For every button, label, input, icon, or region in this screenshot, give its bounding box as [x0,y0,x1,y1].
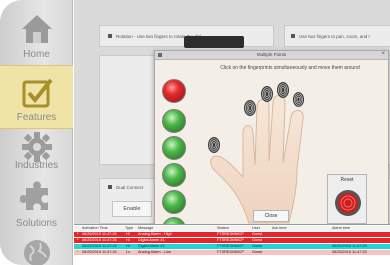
fingerprint-icon[interactable] [292,91,305,108]
cell-station: FTSRE2MNICP [217,244,244,248]
cell-user: Guest [252,238,263,242]
table-row[interactable]: ▲ 06/25/2015 11:47:26 Hi Digital Alarm #… [74,237,390,244]
table-row[interactable]: ▲ 06/25/2015 11:47:26 Hi Digital Alarm #… [74,243,390,250]
dialog-instruction: Click on the fingerprints simultaneously… [220,65,360,71]
gear-icon [22,132,52,162]
alarm-table-header: Activation Time Type Message Station Use… [74,226,390,232]
cell-type: Hi [126,238,130,242]
sidebar-item-label: Home [23,49,50,60]
cell-type: Hi [126,244,130,248]
column-header[interactable]: User [252,226,260,231]
cell-time: 06/25/2015 11:47:26 [82,232,117,236]
sidebar-item-features[interactable]: Features [0,65,73,129]
cell-user: Guest [252,244,263,248]
cell-station: FTSRE2MNICP [217,250,244,254]
cell-type: Lo [126,250,131,254]
enable-button[interactable]: Enable [112,201,152,217]
panel-icon [291,34,295,38]
alarm-table: Activation Time Type Message Station Use… [74,224,390,265]
pan-panel-title: Use two fingers to pan, zoom, and r [299,34,371,39]
warning-icon: ▲ [76,243,80,247]
close-button[interactable]: Close [253,210,289,222]
cell-message: Digital Alarm #1 [138,238,165,242]
dialog-titlebar: Multiple Points × [155,51,388,60]
column-header[interactable]: Message [138,226,153,231]
led-indicator-green [162,190,186,214]
sidebar-item-home[interactable]: Home [0,0,73,64]
warning-icon: ▲ [76,231,80,235]
reset-button[interactable] [334,189,362,217]
sidebar: Home Features Industries Solutions [0,0,73,265]
sidebar-item-label: Features [16,112,57,123]
fingerprint-icon[interactable] [243,99,257,117]
cell-time: 06/25/2015 11:47:26 [82,244,117,248]
panel-icon [108,185,112,189]
close-icon[interactable]: × [381,51,385,57]
cell-station: FTSRE2MNICP [217,238,244,242]
cell-message: Analog Alarm - Low [138,250,171,254]
cell-alarm-time: 06/25/2015 11:47:25 [332,244,367,248]
column-header[interactable]: Type [125,226,133,231]
puzzle-icon [20,181,48,210]
checklist-icon [22,78,53,108]
globe-icon[interactable] [22,238,52,265]
panel-icon [108,34,112,38]
fingerprint-icon[interactable] [276,81,290,99]
device-frame: Home Features Industries Solutions Rotat… [0,0,390,265]
led-indicator-green [162,109,186,133]
cell-user: Guest [252,250,263,254]
cell-message: Digital Alarm #2 [138,244,165,248]
reset-label: Reset [340,177,354,183]
fingerprint-icon[interactable] [260,85,274,103]
sidebar-item-solutions[interactable]: Solutions [0,180,73,244]
reset-panel: Reset [327,174,367,224]
column-header[interactable]: Ack time [272,226,287,231]
sidebar-item-label: Industries [14,160,59,171]
table-row[interactable]: ▲ 06/25/2015 11:47:26 Lo Analog Alarm - … [74,249,390,256]
cell-user: Guest [252,232,263,236]
sidebar-item-label: Solutions [15,218,58,229]
warning-icon: ▲ [76,237,80,241]
dialog-title: Multiple Points [256,52,287,57]
multiple-points-dialog: Multiple Points × Click on the fingerpri… [154,50,389,241]
cell-alarm-time: 06/25/2015 11:47:25 [332,250,367,254]
cell-station: FTSRE2MNICP [217,232,244,236]
rotation-dial[interactable] [184,36,244,48]
table-row[interactable]: ▲ 06/25/2015 11:47:26 Hi Analog Alarm - … [74,231,390,238]
column-header[interactable]: Station [217,226,229,231]
cell-message: Analog Alarm - High [138,232,172,236]
home-icon [22,15,52,43]
led-indicator-green [162,163,186,187]
cell-type: Hi [126,232,130,236]
pan-panel: Use two fingers to pan, zoom, and r [284,25,390,47]
fingerprint-icon[interactable] [207,136,221,154]
cell-time: 06/25/2015 11:47:26 [82,250,117,254]
cell-time: 06/25/2015 11:47:26 [82,238,117,242]
dual-connect-title: Dual Connect [116,185,144,190]
screen-area: Home Features Industries Solutions Rotat… [0,0,390,265]
column-header[interactable]: Alarm time [332,226,350,231]
led-indicator-green [162,136,186,160]
column-header[interactable]: Activation Time [82,226,108,231]
warning-icon: ▲ [76,249,80,253]
led-indicator-red [162,79,186,103]
